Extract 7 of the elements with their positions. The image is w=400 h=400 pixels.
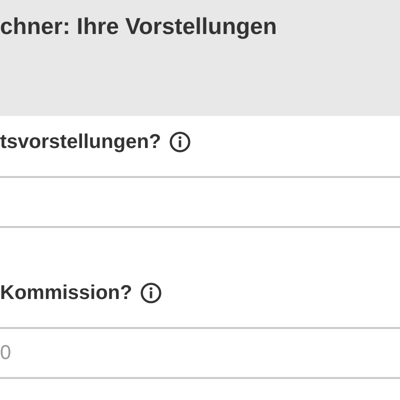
page-title: chner: Ihre Vorstellungen <box>0 13 277 40</box>
question-label: tsvorstellungen? <box>0 130 162 154</box>
info-icon[interactable] <box>140 282 162 304</box>
input-field[interactable] <box>0 176 400 228</box>
info-icon[interactable] <box>169 131 192 153</box>
question-label: Kommission? <box>0 282 132 304</box>
input-field[interactable]: 0 <box>0 327 400 379</box>
